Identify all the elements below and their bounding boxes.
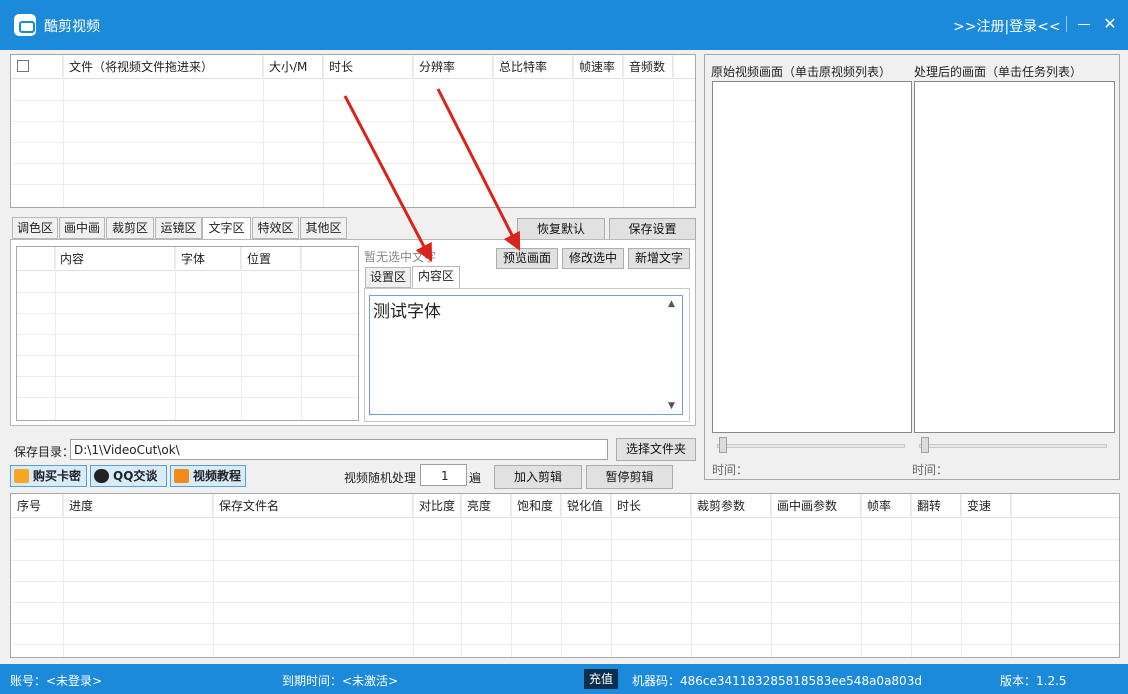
minimize-icon[interactable] <box>1074 12 1094 36</box>
col-sharpen[interactable]: 锐化值 <box>561 494 611 518</box>
tab-other[interactable]: 其他区 <box>300 217 347 239</box>
qq-chat-label: QQ交谈 <box>113 469 158 483</box>
col-crop-params[interactable]: 裁剪参数 <box>691 494 771 518</box>
account-status: 账号：<未登录> <box>10 674 103 688</box>
processed-seek-thumb[interactable] <box>921 437 929 453</box>
modify-selected-button[interactable]: 修改选中 <box>562 248 624 269</box>
tab-color[interactable]: 调色区 <box>12 217 58 239</box>
original-seek-slider[interactable] <box>717 444 905 448</box>
random-count-value: 1 <box>441 469 449 483</box>
col-resolution[interactable]: 分辨率 <box>413 55 493 79</box>
text-content-textarea[interactable]: 测试字体 ▲ ▼ <box>369 295 683 415</box>
col-size[interactable]: 大小/M <box>263 55 323 79</box>
video-tutorial-button[interactable]: 视频教程 <box>170 465 246 487</box>
title-bar: 酷剪视频 >>注册|登录<< ✕ <box>0 0 1128 50</box>
col-speed[interactable]: 变速 <box>961 494 1011 518</box>
save-dir-label: 保存目录： <box>14 445 75 459</box>
col-task-duration[interactable]: 时长 <box>611 494 691 518</box>
col-bitrate[interactable]: 总比特率 <box>493 55 573 79</box>
tab-effects[interactable]: 特效区 <box>252 217 299 239</box>
close-icon[interactable]: ✕ <box>1100 12 1120 36</box>
col-flip[interactable]: 翻转 <box>911 494 961 518</box>
original-time-label: 时间： <box>712 463 749 477</box>
col-framerate[interactable]: 帧速率 <box>573 55 623 79</box>
status-bar: 账号：<未登录> 到期时间：<未激活> 充值 机器码：486ce34118328… <box>0 664 1128 694</box>
col-text-index <box>17 247 55 271</box>
add-text-button[interactable]: 新增文字 <box>628 248 690 269</box>
original-preview-label: 原始视频画面（单击原视频列表） <box>711 65 892 79</box>
scroll-down-icon[interactable]: ▼ <box>668 401 678 411</box>
version-label: 版本：1.2.5 <box>1000 674 1067 688</box>
col-progress[interactable]: 进度 <box>63 494 213 518</box>
col-file[interactable]: 文件（将视频文件拖进来） <box>63 55 263 79</box>
buy-card-label: 购买卡密 <box>33 469 82 483</box>
machine-code: 机器码：486ce341183285818583ee548a0a803d <box>632 674 922 688</box>
col-audio-count[interactable]: 音频数 <box>623 55 673 79</box>
col-duration[interactable]: 时长 <box>323 55 413 79</box>
add-clip-button[interactable]: 加入剪辑 <box>494 465 582 489</box>
random-process-label: 视频随机处理 <box>344 471 417 485</box>
save-settings-button[interactable]: 保存设置 <box>609 218 696 241</box>
col-content[interactable]: 内容 <box>55 247 175 271</box>
expiry-status: 到期时间：<未激活> <box>282 674 399 688</box>
pause-clip-button[interactable]: 暂停剪辑 <box>586 465 673 489</box>
recharge-button[interactable]: 充值 <box>584 669 618 689</box>
processed-preview-canvas[interactable] <box>914 81 1115 433</box>
save-dir-value: D:\1\VideoCut\ok\ <box>74 443 180 457</box>
preview-frame-button[interactable]: 预览画面 <box>496 248 558 269</box>
restore-default-button[interactable]: 恢复默认 <box>517 218 605 241</box>
task-table[interactable]: 序号 进度 保存文件名 对比度 亮度 饱和度 锐化值 时长 裁剪参数 画中画参数… <box>10 493 1120 658</box>
login-register-link[interactable]: >>注册|登录<< <box>953 16 1061 36</box>
file-table-header: 文件（将视频文件拖进来） 大小/M 时长 分辨率 总比特率 帧速率 音频数 <box>11 55 695 79</box>
tab-pip[interactable]: 画中画 <box>59 217 105 239</box>
col-save-name[interactable]: 保存文件名 <box>213 494 413 518</box>
app-logo-icon <box>14 14 36 36</box>
col-font[interactable]: 字体 <box>175 247 241 271</box>
preview-panel: 原始视频画面（单击原视频列表） 处理后的画面（单击任务列表） 时间： 时间： <box>704 54 1120 480</box>
tab-crop[interactable]: 裁剪区 <box>106 217 154 239</box>
text-list-header: 内容 字体 位置 <box>17 247 358 271</box>
random-count-input[interactable]: 1 <box>420 464 467 486</box>
titlebar-divider <box>1066 16 1067 32</box>
processed-time-label: 时间： <box>912 463 949 477</box>
video-tutorial-label: 视频教程 <box>193 469 242 483</box>
processed-preview-label: 处理后的画面（单击任务列表） <box>914 65 1083 79</box>
col-position[interactable]: 位置 <box>241 247 301 271</box>
text-list[interactable]: 内容 字体 位置 <box>16 246 359 421</box>
col-frame-rate[interactable]: 帧率 <box>861 494 911 518</box>
subtab-content[interactable]: 内容区 <box>412 266 460 288</box>
no-selection-status: 暂无选中文字 <box>364 250 437 264</box>
random-unit-label: 遍 <box>469 471 482 485</box>
original-seek-thumb[interactable] <box>719 437 727 453</box>
subtab-settings[interactable]: 设置区 <box>365 267 411 288</box>
buy-card-button[interactable]: 购买卡密 <box>10 465 87 487</box>
col-brightness[interactable]: 亮度 <box>461 494 511 518</box>
col-pip-params[interactable]: 画中画参数 <box>771 494 861 518</box>
col-index[interactable]: 序号 <box>11 494 63 518</box>
text-content-value[interactable]: 测试字体 <box>373 297 441 322</box>
cart-icon <box>14 469 29 483</box>
tab-camera[interactable]: 运镜区 <box>155 217 202 239</box>
task-table-header: 序号 进度 保存文件名 对比度 亮度 饱和度 锐化值 时长 裁剪参数 画中画参数… <box>11 494 1119 518</box>
app-title: 酷剪视频 <box>44 19 100 35</box>
save-dir-input[interactable]: D:\1\VideoCut\ok\ <box>70 439 608 460</box>
col-saturation[interactable]: 饱和度 <box>511 494 561 518</box>
processed-seek-slider[interactable] <box>919 444 1107 448</box>
original-preview-canvas[interactable] <box>712 81 912 433</box>
file-table[interactable]: 文件（将视频文件拖进来） 大小/M 时长 分辨率 总比特率 帧速率 音频数 <box>10 54 696 208</box>
qq-penguin-icon <box>94 469 109 483</box>
col-contrast[interactable]: 对比度 <box>413 494 461 518</box>
select-all-checkbox[interactable] <box>11 55 63 79</box>
qq-chat-button[interactable]: QQ交谈 <box>90 465 167 487</box>
tab-text[interactable]: 文字区 <box>202 217 251 240</box>
choose-folder-button[interactable]: 选择文件夹 <box>616 438 696 461</box>
scroll-up-icon[interactable]: ▲ <box>668 299 678 309</box>
play-video-icon <box>174 469 189 483</box>
